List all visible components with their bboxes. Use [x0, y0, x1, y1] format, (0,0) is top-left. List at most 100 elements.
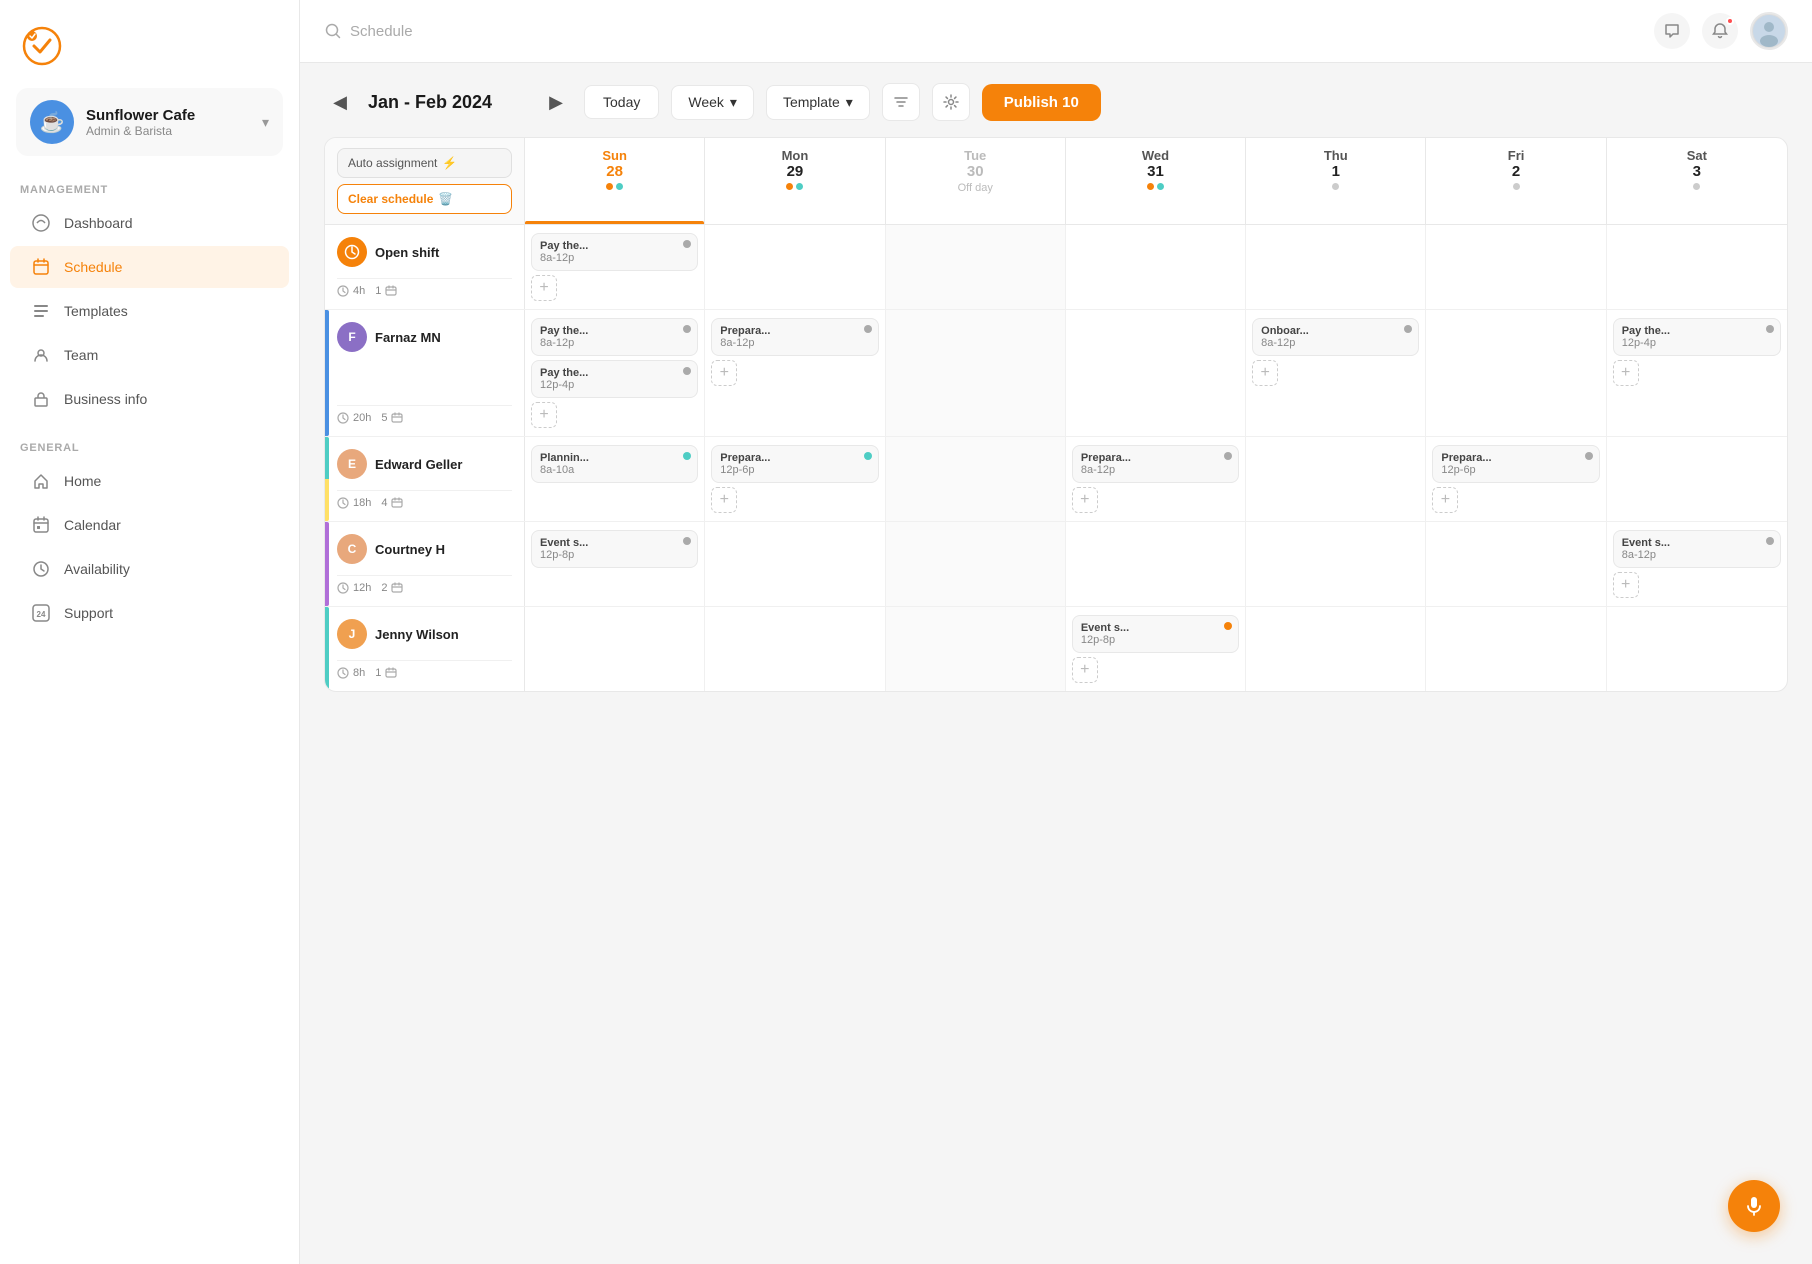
shift-dot [683, 452, 691, 460]
add-shift-button[interactable]: + [1432, 487, 1458, 513]
day-header-fri: Fri2 [1426, 138, 1606, 224]
person-info: FFarnaz MN [337, 322, 512, 352]
topbar-right [1654, 12, 1788, 50]
clock-icon [337, 497, 349, 509]
day-cell [525, 607, 705, 691]
day-dots [1254, 183, 1417, 190]
add-shift-button[interactable]: + [1072, 487, 1098, 513]
sidebar-item-support[interactable]: 24 Support [10, 592, 289, 634]
team-icon [30, 344, 52, 366]
day-number: 1 [1254, 163, 1417, 180]
next-week-button[interactable]: ▶ [540, 86, 572, 118]
workspace-name: Sunflower Cafe [86, 107, 250, 124]
day-cell: Event s... 8a-12p + [1607, 522, 1787, 606]
day-cell: Pay the... 12p-4p + [1607, 310, 1787, 436]
shift-card[interactable]: Prepara... 8a-12p [1072, 445, 1239, 483]
add-shift-button[interactable]: + [1072, 657, 1098, 683]
status-dot [1157, 183, 1164, 190]
prev-week-button[interactable]: ◀ [324, 86, 356, 118]
shift-dot [1224, 452, 1232, 460]
shifts-count: 1 [375, 667, 381, 679]
grid-row: JJenny Wilson 8h 1 Event s... 12p-8p + [325, 607, 1787, 691]
filter-button[interactable] [882, 83, 920, 121]
sidebar-item-business-info[interactable]: Business info [10, 378, 289, 420]
day-cell: Event s... 12p-8p [525, 522, 705, 606]
sidebar-item-team[interactable]: Team [10, 334, 289, 376]
person-cell: Open shift 4h 1 [325, 225, 525, 309]
auto-assign-button[interactable]: Auto assignment ⚡ [337, 148, 512, 178]
search-icon [324, 22, 342, 40]
shift-time: 8a-12p [1261, 337, 1410, 349]
topbar-title: Schedule [350, 23, 413, 40]
shift-card[interactable]: Pay the... 8a-12p [531, 318, 698, 356]
shift-card[interactable]: Pay the... 12p-4p [1613, 318, 1781, 356]
add-shift-button[interactable]: + [1252, 360, 1278, 386]
shift-card[interactable]: Pay the... 8a-12p [531, 233, 698, 271]
sidebar-item-availability[interactable]: Availability [10, 548, 289, 590]
publish-button[interactable]: Publish 10 [982, 84, 1101, 121]
status-dot [786, 183, 793, 190]
shift-card[interactable]: Prepara... 8a-12p [711, 318, 878, 356]
status-dot [1332, 183, 1339, 190]
shift-card[interactable]: Event s... 8a-12p [1613, 530, 1781, 568]
shift-title: Event s... [1081, 622, 1230, 634]
sidebar-item-schedule[interactable]: Schedule [10, 246, 289, 288]
workspace-card[interactable]: ☕ Sunflower Cafe Admin & Barista ▾ [16, 88, 283, 156]
team-label: Team [64, 347, 98, 363]
shift-card[interactable]: Event s... 12p-8p [531, 530, 698, 568]
day-number: 29 [713, 163, 876, 180]
sidebar-item-templates[interactable]: Templates [10, 290, 289, 332]
shift-dot [1766, 325, 1774, 333]
notification-button[interactable] [1702, 13, 1738, 49]
add-shift-button[interactable]: + [1613, 572, 1639, 598]
open-shift-icon [337, 237, 367, 267]
clear-schedule-label: Clear schedule [348, 192, 433, 206]
day-cell [1607, 607, 1787, 691]
person-avatar: F [337, 322, 367, 352]
shift-time: 8a-12p [540, 337, 689, 349]
add-shift-button[interactable]: + [1613, 360, 1639, 386]
shift-card[interactable]: Plannin... 8a-10a [531, 445, 698, 483]
management-section-label: MANAGEMENT [0, 176, 299, 202]
shift-card[interactable]: Prepara... 12p-6p [1432, 445, 1599, 483]
day-name: Sat [1615, 148, 1779, 163]
day-header-tue: Tue30Off day [886, 138, 1066, 224]
hours-stat: 12h [337, 582, 371, 594]
user-avatar[interactable] [1750, 12, 1788, 50]
settings-button[interactable] [932, 83, 970, 121]
shift-card[interactable]: Onboar... 8a-12p [1252, 318, 1419, 356]
shift-card[interactable]: Prepara... 12p-6p [711, 445, 878, 483]
person-stats: 12h 2 [337, 575, 512, 594]
clear-schedule-button[interactable]: Clear schedule 🗑️ [337, 184, 512, 214]
mic-fab-button[interactable] [1728, 1180, 1780, 1232]
sidebar-item-home[interactable]: Home [10, 460, 289, 502]
status-dot [616, 183, 623, 190]
person-name: Jenny Wilson [375, 627, 459, 642]
toolbar: ◀ Jan - Feb 2024 ▶ Today Week ▾ Template… [324, 83, 1788, 121]
sidebar-item-calendar[interactable]: Calendar [10, 504, 289, 546]
grid-row: EEdward Geller 18h 4 Plannin... 8a-10a P… [325, 437, 1787, 522]
add-shift-button[interactable]: + [711, 360, 737, 386]
hours-stat: 20h [337, 412, 371, 424]
person-stripe [325, 310, 329, 436]
template-dropdown[interactable]: Template ▾ [766, 85, 870, 120]
week-dropdown[interactable]: Week ▾ [671, 85, 754, 120]
day-name: Fri [1434, 148, 1597, 163]
shift-time: 8a-12p [540, 252, 689, 264]
shift-title: Prepara... [720, 325, 869, 337]
person-name: Courtney H [375, 542, 445, 557]
add-shift-button[interactable]: + [531, 275, 557, 301]
shift-card[interactable]: Event s... 12p-8p [1072, 615, 1239, 653]
person-info: JJenny Wilson [337, 619, 512, 649]
chevron-down-icon: ▾ [262, 114, 269, 131]
shift-card[interactable]: Pay the... 12p-4p [531, 360, 698, 398]
day-cell [1426, 607, 1606, 691]
clock-icon [337, 582, 349, 594]
add-shift-button[interactable]: + [711, 487, 737, 513]
chat-button[interactable] [1654, 13, 1690, 49]
trash-icon: 🗑️ [438, 192, 453, 206]
today-button[interactable]: Today [584, 85, 659, 119]
main-content: Schedule ◀ Jan - Feb 2024 ▶ Today Week [300, 0, 1812, 1264]
add-shift-button[interactable]: + [531, 402, 557, 428]
sidebar-item-dashboard[interactable]: Dashboard [10, 202, 289, 244]
